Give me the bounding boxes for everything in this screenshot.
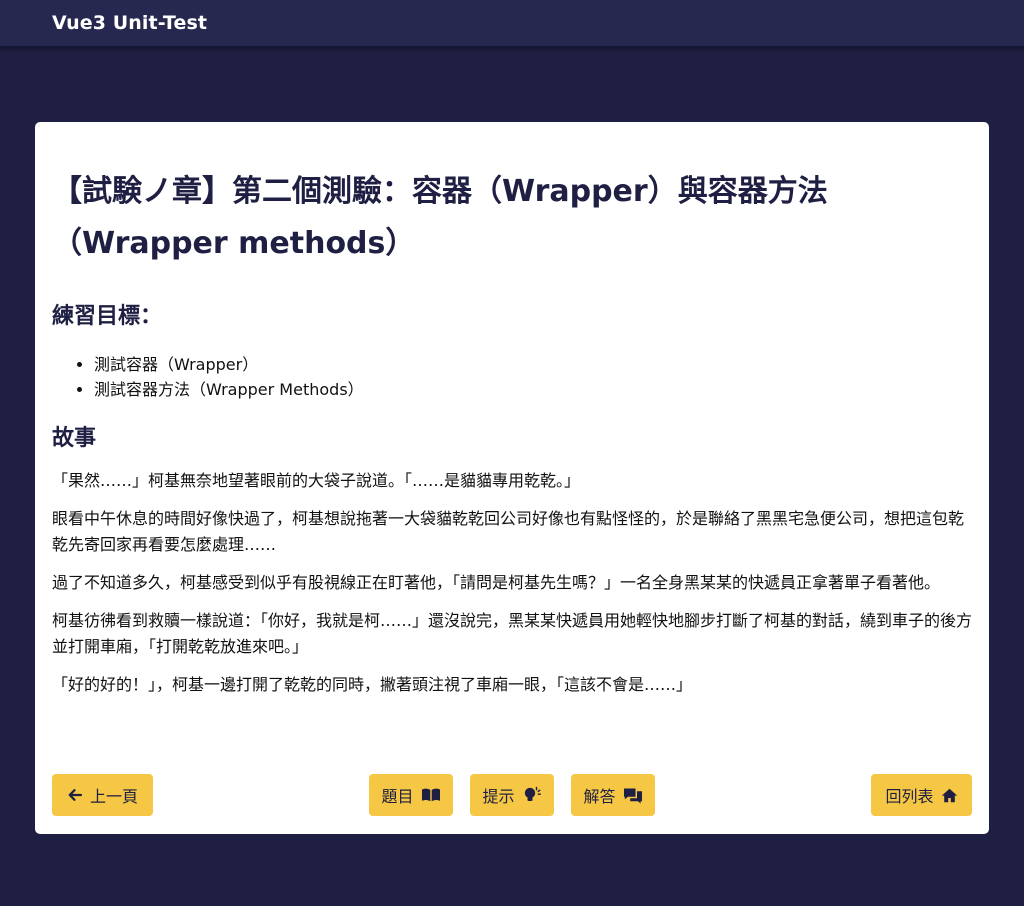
brand-title[interactable]: Vue3 Unit-Test: [52, 12, 207, 34]
lightbulb-icon: [522, 786, 542, 804]
question-label: 題目: [381, 787, 414, 806]
story-paragraph: 過了不知道多久，柯基感受到似乎有股視線正在盯著他，「請問是柯基先生嗎？」一名全身…: [52, 573, 941, 592]
prev-page-button[interactable]: 上一頁: [52, 774, 153, 816]
goal-item: 測試容器（Wrapper）: [94, 352, 972, 377]
goal-item: 測試容器方法（Wrapper Methods）: [94, 377, 972, 402]
content-card: 【試験ノ章】第二個測驗：容器（Wrapper）與容器方法 （Wrapper me…: [35, 122, 989, 834]
action-bar: 上一頁 題目 提示 解答 回列表: [52, 774, 972, 816]
back-to-list-button[interactable]: 回列表: [871, 774, 972, 816]
story-body: 「果然……」柯基無奈地望著眼前的大袋子說道。「……是貓貓專用乾乾。」 眼看中午休…: [52, 468, 972, 698]
hint-button[interactable]: 提示: [470, 774, 554, 816]
question-button[interactable]: 題目: [369, 774, 453, 816]
goals-heading: 練習目標：: [52, 304, 163, 329]
story-paragraph: 柯基彷彿看到救贖一樣說道：「你好，我就是柯……」還沒說完，黑某某快遞員用她輕快地…: [52, 611, 973, 656]
goals-list: 測試容器（Wrapper） 測試容器方法（Wrapper Methods）: [52, 352, 972, 402]
chat-bubbles-icon: [623, 787, 643, 804]
page-title-line1: 【試験ノ章】第二個測驗：容器（Wrapper）與容器方法: [52, 174, 828, 209]
page-title-line2: （Wrapper methods）: [52, 226, 416, 261]
answer-label: 解答: [583, 787, 616, 806]
back-to-list-label: 回列表: [885, 787, 934, 806]
hint-label: 提示: [482, 787, 515, 806]
top-navbar: Vue3 Unit-Test: [0, 0, 1024, 47]
page-title: 【試験ノ章】第二個測驗：容器（Wrapper）與容器方法 （Wrapper me…: [52, 166, 972, 270]
arrow-left-icon: [67, 787, 83, 803]
answer-button[interactable]: 解答: [571, 774, 655, 816]
story-paragraph: 「好的好的！」，柯基一邊打開了乾乾的同時，撇著頭注視了車廂一眼，「這該不會是………: [52, 675, 693, 694]
home-icon: [941, 788, 958, 803]
story-paragraph: 「果然……」柯基無奈地望著眼前的大袋子說道。「……是貓貓專用乾乾。」: [52, 471, 581, 490]
story-heading: 故事: [52, 426, 97, 451]
prev-page-label: 上一頁: [89, 787, 138, 806]
book-open-icon: [421, 787, 441, 803]
story-paragraph: 眼看中午休息的時間好像快過了，柯基想說拖著一大袋貓乾乾回公司好像也有點怪怪的，於…: [52, 509, 965, 554]
